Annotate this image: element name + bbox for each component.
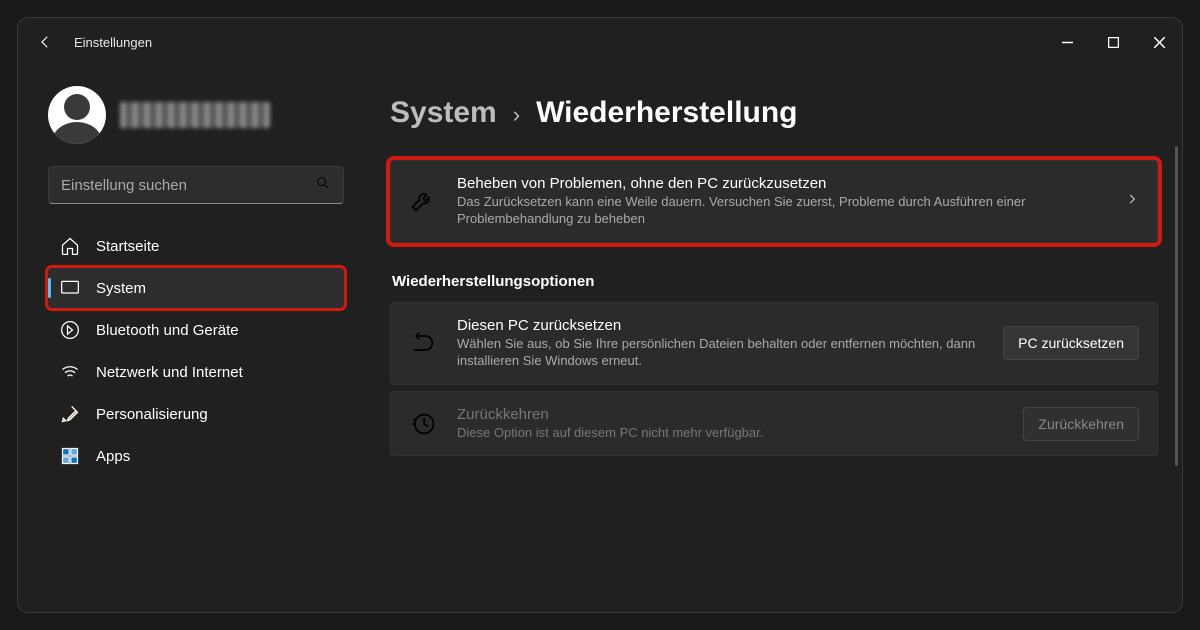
reset-pc-button[interactable]: PC zurücksetzen bbox=[1003, 326, 1139, 360]
sidebar-item-bluetooth[interactable]: Bluetooth und Geräte bbox=[48, 310, 344, 350]
breadcrumb-current: Wiederherstellung bbox=[536, 96, 797, 130]
card-desc: Das Zurücksetzen kann eine Weile dauern.… bbox=[457, 194, 1105, 228]
system-icon bbox=[60, 278, 80, 298]
card-title: Diesen PC zurücksetzen bbox=[457, 317, 983, 334]
card-title: Beheben von Problemen, ohne den PC zurüc… bbox=[457, 175, 1105, 192]
card-desc: Wählen Sie aus, ob Sie Ihre persönlichen… bbox=[457, 336, 983, 370]
sidebar-item-apps[interactable]: Apps bbox=[48, 436, 344, 476]
search-input[interactable] bbox=[61, 177, 315, 194]
card-go-back: Zurückkehren Diese Option ist auf diesem… bbox=[390, 391, 1158, 457]
user-profile[interactable] bbox=[48, 86, 344, 144]
brush-icon bbox=[60, 404, 80, 424]
window-controls bbox=[1044, 22, 1182, 62]
back-icon[interactable] bbox=[36, 33, 54, 51]
reset-icon bbox=[409, 329, 437, 357]
username-redacted bbox=[120, 102, 270, 128]
sidebar-item-home[interactable]: Startseite bbox=[48, 226, 344, 266]
sidebar-item-personalization[interactable]: Personalisierung bbox=[48, 394, 344, 434]
nav: Startseite System Bluetooth und Geräte N… bbox=[48, 226, 344, 476]
avatar bbox=[48, 86, 106, 144]
settings-window: Einstellungen Startseite bbox=[18, 18, 1182, 612]
apps-icon bbox=[60, 446, 80, 466]
sidebar-item-label: Bluetooth und Geräte bbox=[96, 322, 239, 339]
section-title: Wiederherstellungsoptionen bbox=[392, 273, 1158, 290]
titlebar: Einstellungen bbox=[18, 18, 1182, 66]
sidebar-item-system[interactable]: System bbox=[48, 268, 344, 308]
history-icon bbox=[409, 410, 437, 438]
wrench-icon bbox=[409, 187, 437, 215]
sidebar-item-label: Startseite bbox=[96, 238, 159, 255]
main-content: System › Wiederherstellung Beheben von P… bbox=[358, 66, 1182, 612]
search-box[interactable] bbox=[48, 166, 344, 204]
sidebar: Startseite System Bluetooth und Geräte N… bbox=[18, 66, 358, 612]
scrollbar[interactable] bbox=[1175, 146, 1178, 466]
chevron-right-icon bbox=[1125, 192, 1139, 211]
close-button[interactable] bbox=[1136, 22, 1182, 62]
wifi-icon bbox=[60, 362, 80, 382]
sidebar-item-label: System bbox=[96, 280, 146, 297]
card-desc: Diese Option ist auf diesem PC nicht meh… bbox=[457, 425, 1003, 442]
go-back-button: Zurückkehren bbox=[1023, 407, 1139, 441]
card-reset-pc: Diesen PC zurücksetzen Wählen Sie aus, o… bbox=[390, 302, 1158, 385]
breadcrumb: System › Wiederherstellung bbox=[390, 96, 1158, 130]
chevron-right-icon: › bbox=[513, 102, 520, 128]
bluetooth-icon bbox=[60, 320, 80, 340]
home-icon bbox=[60, 236, 80, 256]
window-title: Einstellungen bbox=[74, 35, 152, 50]
sidebar-item-label: Apps bbox=[96, 448, 130, 465]
card-title: Zurückkehren bbox=[457, 406, 1003, 423]
search-icon bbox=[315, 175, 331, 196]
sidebar-item-label: Personalisierung bbox=[96, 406, 208, 423]
sidebar-item-label: Netzwerk und Internet bbox=[96, 364, 243, 381]
card-troubleshoot[interactable]: Beheben von Problemen, ohne den PC zurüc… bbox=[390, 160, 1158, 243]
breadcrumb-parent[interactable]: System bbox=[390, 96, 497, 130]
minimize-button[interactable] bbox=[1044, 22, 1090, 62]
maximize-button[interactable] bbox=[1090, 22, 1136, 62]
sidebar-item-network[interactable]: Netzwerk und Internet bbox=[48, 352, 344, 392]
